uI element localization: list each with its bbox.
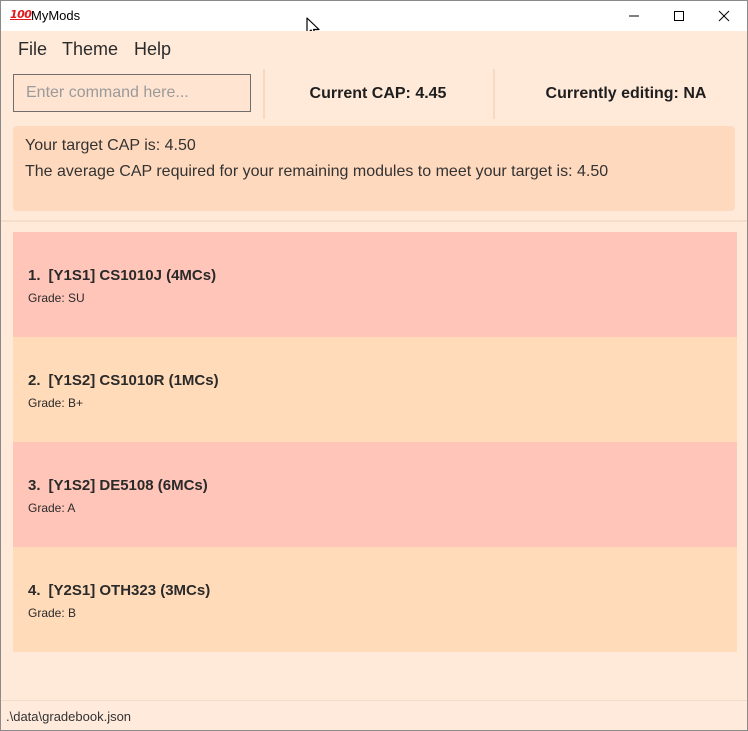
- module-grade: Grade: A: [28, 501, 76, 515]
- menu-theme[interactable]: Theme: [62, 39, 118, 60]
- module-name: [Y1S2] CS1010R (1MCs): [48, 372, 219, 389]
- maximize-button[interactable]: [656, 1, 702, 31]
- currently-editing-label: Currently editing: NA: [545, 85, 707, 102]
- close-icon: [718, 10, 730, 22]
- command-input[interactable]: [13, 74, 251, 112]
- module-title: 3. [Y1S2] DE5108 (6MCs): [28, 477, 208, 494]
- maximize-icon: [674, 11, 684, 21]
- module-title: 4. [Y2S1] OTH323 (3MCs): [28, 582, 210, 599]
- menu-bar: File Theme Help: [1, 31, 747, 67]
- module-card[interactable]: 4. [Y2S1] OTH323 (3MCs) Grade: B: [13, 547, 737, 652]
- separator: [1, 220, 747, 222]
- minimize-button[interactable]: [611, 1, 657, 31]
- hundred-points-icon: 100: [10, 8, 32, 21]
- module-title: 1. [Y1S1] CS1010J (4MCs): [28, 267, 216, 284]
- module-card[interactable]: 3. [Y1S2] DE5108 (6MCs) Grade: A: [13, 442, 737, 547]
- target-cap-text: Your target CAP is: 4.50: [25, 137, 196, 154]
- status-bar: .\data\gradebook.json: [1, 700, 747, 730]
- module-title: 2. [Y1S2] CS1010R (1MCs): [28, 372, 219, 389]
- module-grade: Grade: B: [28, 606, 77, 620]
- window-title: MyMods: [31, 8, 81, 23]
- module-index: 3.: [28, 477, 41, 494]
- current-cap-label: Current CAP: 4.45: [309, 85, 447, 102]
- module-name: [Y1S1] CS1010J (4MCs): [48, 267, 217, 284]
- menu-file[interactable]: File: [18, 39, 47, 60]
- app-window: 100 MyMods File Theme Help Enter command…: [0, 0, 748, 731]
- module-index: 1.: [28, 267, 41, 284]
- module-card[interactable]: 1. [Y1S1] CS1010J (4MCs) Grade: SU: [13, 232, 737, 337]
- target-info-panel: Your target CAP is: 4.50 The average CAP…: [13, 126, 735, 211]
- close-button[interactable]: [701, 1, 747, 31]
- module-name: [Y2S1] OTH323 (3MCs): [48, 582, 211, 599]
- module-list[interactable]: 1. [Y1S1] CS1010J (4MCs) Grade: SU 2. [Y1S…: [13, 232, 737, 652]
- module-card[interactable]: 2. [Y1S2] CS1010R (1MCs) Grade: B+: [13, 337, 737, 442]
- module-index: 2.: [28, 372, 41, 389]
- minimize-icon: [629, 15, 639, 17]
- module-grade: Grade: B+: [28, 396, 84, 410]
- menu-help[interactable]: Help: [134, 39, 171, 60]
- data-file-path: .\data\gradebook.json: [6, 709, 132, 724]
- module-name: [Y1S2] DE5108 (6MCs): [48, 477, 208, 494]
- required-cap-text: The average CAP required for your remain…: [25, 163, 609, 180]
- command-row: Current CAP: 4.45 Currently editing: NA: [1, 67, 747, 121]
- module-index: 4.: [28, 582, 41, 599]
- module-grade: Grade: SU: [28, 291, 85, 305]
- title-bar[interactable]: 100 MyMods: [1, 1, 747, 38]
